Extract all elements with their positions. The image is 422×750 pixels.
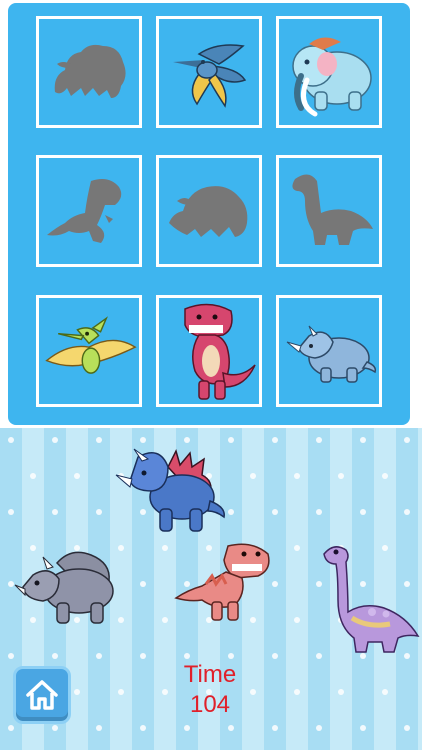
slot-brontosaurus-silhouette[interactable] (276, 155, 382, 267)
slot-pterodactyl-yellow[interactable] (36, 295, 142, 407)
slot-stegosaurus-silhouette[interactable] (156, 155, 262, 267)
slot-triceratops-silhouette[interactable] (36, 16, 142, 128)
mammoth-icon (292, 37, 372, 117)
triceratops-silhouette (54, 44, 126, 98)
piece-trex-salmon[interactable] (172, 540, 280, 630)
piece-triceratops-blue[interactable] (112, 445, 228, 539)
triceratops-light-icon (286, 325, 377, 383)
timer: Time 104 (150, 660, 270, 720)
slot-mammoth[interactable] (276, 16, 382, 128)
home-icon (26, 680, 58, 710)
trex-pink-icon (184, 303, 256, 400)
brontosaurus-silhouette (292, 174, 373, 245)
timer-value: 104 (189, 691, 231, 718)
home-button[interactable] (13, 666, 71, 724)
stegosaurus-silhouette (169, 186, 248, 237)
slot-trex-silhouette[interactable] (36, 155, 142, 267)
piece-brontosaurus-purple[interactable] (318, 540, 422, 660)
puzzle-board (8, 3, 410, 425)
slot-triceratops-light[interactable] (276, 295, 382, 407)
slot-trex-pink[interactable] (156, 295, 262, 407)
slot-pterodactyl-blue[interactable] (156, 16, 262, 128)
piece-triceratops-gray[interactable] (13, 545, 125, 631)
timer-label: Time (183, 661, 237, 688)
trex-silhouette (47, 179, 122, 243)
pterodactyl-yellow-icon (45, 316, 137, 374)
pterodactyl-blue-icon (173, 44, 247, 108)
